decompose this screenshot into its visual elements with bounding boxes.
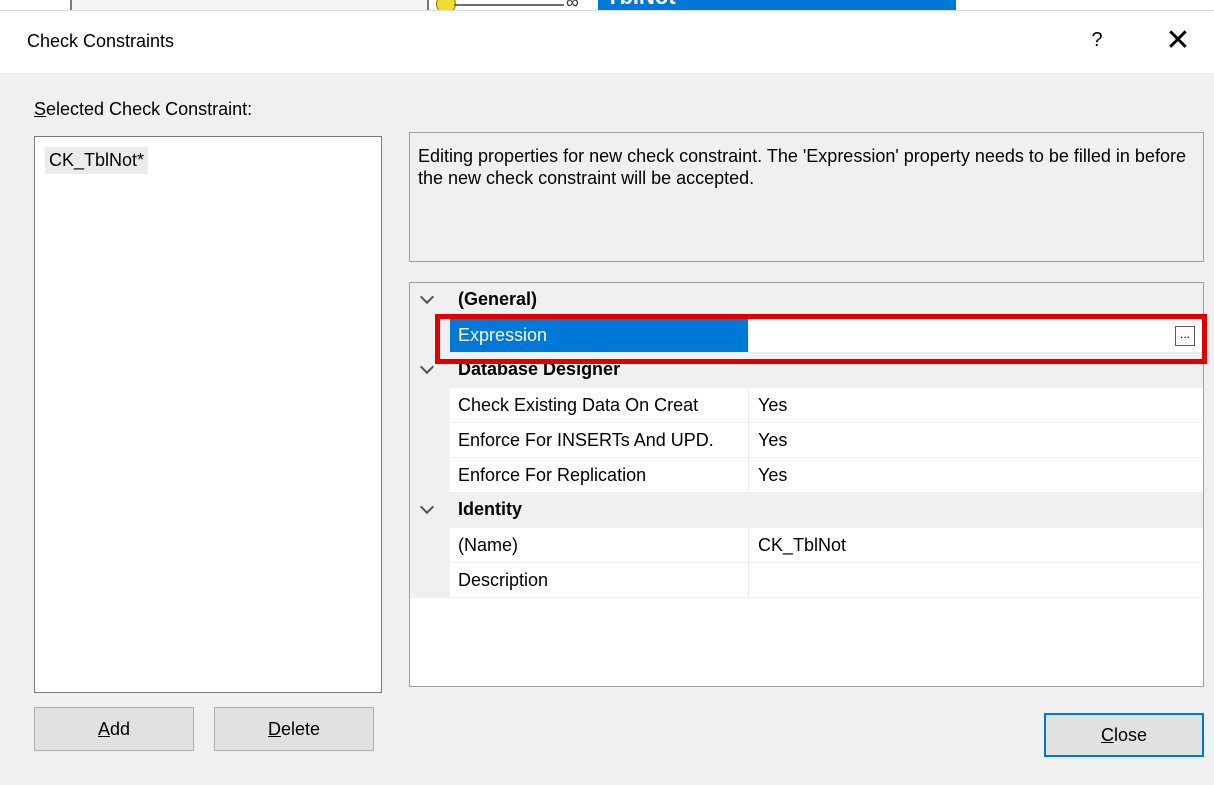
category-label: Identity xyxy=(458,499,523,519)
property-name[interactable]: Enforce For INSERTs And UPD. xyxy=(450,423,749,457)
label-rest: elected Check Constraint: xyxy=(46,99,253,119)
property-value[interactable]: CK_TblNot xyxy=(750,528,1203,562)
property-enforce-inserts[interactable]: Enforce For INSERTs And UPD. Yes xyxy=(410,423,1203,458)
close-icon[interactable]: ✕ xyxy=(1160,23,1196,59)
row-gutter xyxy=(410,318,450,353)
close-button[interactable]: Close xyxy=(1044,713,1204,757)
check-constraints-dialog: Check Constraints ? ✕ Selected Check Con… xyxy=(0,10,1214,785)
add-rest: dd xyxy=(109,719,131,739)
row-gutter xyxy=(410,283,450,318)
category-identity[interactable]: Identity xyxy=(410,493,1203,528)
property-name[interactable]: Description xyxy=(450,563,749,597)
category-label: (General) xyxy=(458,289,538,309)
delete-accelerator: D xyxy=(267,719,281,739)
ellipsis-button[interactable]: ... xyxy=(1175,326,1195,346)
category-database-designer[interactable]: Database Designer xyxy=(410,353,1203,388)
row-gutter xyxy=(410,388,450,423)
property-value[interactable] xyxy=(750,563,1203,597)
dialog-title: Check Constraints xyxy=(27,31,175,51)
row-gutter xyxy=(410,493,450,528)
property-name[interactable]: Enforce For Replication xyxy=(450,458,749,492)
label-accelerator: S xyxy=(34,99,47,119)
property-enforce-replication[interactable]: Enforce For Replication Yes xyxy=(410,458,1203,493)
row-gutter xyxy=(410,353,450,388)
list-item[interactable]: CK_TblNot* xyxy=(45,147,149,174)
property-check-existing[interactable]: Check Existing Data On Creat Yes xyxy=(410,388,1203,423)
constraint-list[interactable]: CK_TblNot* xyxy=(34,136,382,693)
add-button[interactable]: Add xyxy=(34,707,194,751)
category-general[interactable]: (General) xyxy=(410,283,1203,318)
delete-button[interactable]: Delete xyxy=(214,707,374,751)
delete-rest: elete xyxy=(280,719,321,739)
property-name[interactable]: (Name) xyxy=(450,528,749,562)
title-bar: Check Constraints ? ✕ xyxy=(0,11,1214,73)
expression-value[interactable]: ... xyxy=(750,318,1203,352)
property-grid[interactable]: (General) Expression ... Database Design… xyxy=(409,282,1204,687)
background-table-title: TblNot * xyxy=(598,0,956,10)
property-value[interactable]: Yes xyxy=(750,423,1203,457)
relationship-line xyxy=(454,4,564,6)
category-label: Database Designer xyxy=(458,359,621,379)
add-accelerator: A xyxy=(97,719,110,739)
property-value[interactable]: Yes xyxy=(750,388,1203,422)
chevron-down-icon[interactable] xyxy=(419,499,435,515)
property-name[interactable]: Check Existing Data On Creat xyxy=(450,388,749,422)
property-name-row[interactable]: (Name) CK_TblNot xyxy=(410,528,1203,563)
row-gutter xyxy=(410,563,450,598)
help-button[interactable]: ? xyxy=(1082,25,1112,55)
chevron-down-icon[interactable] xyxy=(419,359,435,375)
property-name[interactable]: Expression xyxy=(450,318,749,352)
close-accelerator: C xyxy=(1100,725,1114,745)
row-gutter xyxy=(410,528,450,563)
selected-constraint-label: Selected Check Constraint: xyxy=(34,99,252,120)
property-expression[interactable]: Expression ... xyxy=(410,318,1203,353)
info-description: Editing properties for new check constra… xyxy=(409,132,1204,262)
close-rest: lose xyxy=(1113,725,1148,745)
chevron-down-icon[interactable] xyxy=(419,289,435,305)
row-gutter xyxy=(410,423,450,458)
property-description[interactable]: Description xyxy=(410,563,1203,598)
row-gutter xyxy=(410,458,450,493)
property-value[interactable]: Yes xyxy=(750,458,1203,492)
